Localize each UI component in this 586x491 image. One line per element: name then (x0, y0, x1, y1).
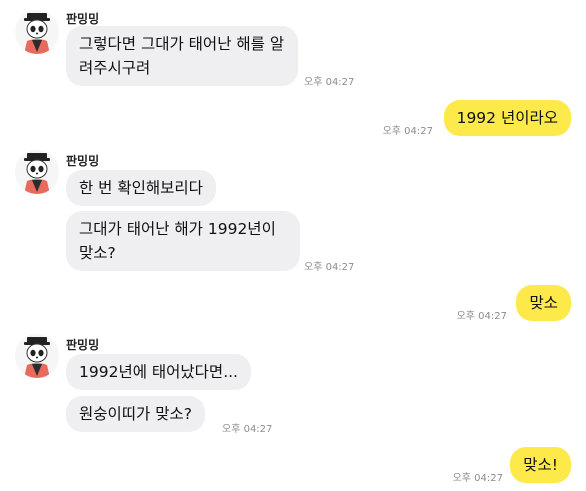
message-bubble[interactable]: 1992 년이라오 (443, 100, 571, 136)
sender-name: 판밍밍 (66, 338, 100, 352)
sender-name: 판밍밍 (66, 154, 100, 168)
message-timestamp: 오후 04:27 (452, 473, 503, 484)
message-timestamp: 오후 04:27 (382, 126, 433, 137)
bot-avatar-icon[interactable] (15, 150, 59, 194)
message-timestamp: 오후 04:27 (304, 77, 355, 88)
bot-avatar-icon[interactable] (15, 10, 59, 54)
message-bubble[interactable]: 그렇다면 그대가 태어난 해를 알려주시구려 (66, 26, 298, 86)
message-bubble[interactable]: 그대가 태어난 해가 1992년이 맞소? (66, 211, 300, 271)
message-timestamp: 오후 04:27 (304, 262, 355, 273)
sender-name: 판밍밍 (66, 12, 100, 26)
bot-avatar-icon[interactable] (15, 334, 59, 378)
message-bubble[interactable]: 맞소! (510, 447, 571, 483)
message-bubble[interactable]: 한 번 확인해보리다 (66, 170, 216, 206)
message-bubble[interactable]: 원숭이띠가 맞소? (66, 396, 205, 432)
message-bubble[interactable]: 맞소 (516, 285, 571, 321)
message-timestamp: 오후 04:27 (222, 424, 273, 435)
message-bubble[interactable]: 1992년에 태어났다면... (66, 354, 251, 390)
message-timestamp: 오후 04:27 (456, 311, 507, 322)
